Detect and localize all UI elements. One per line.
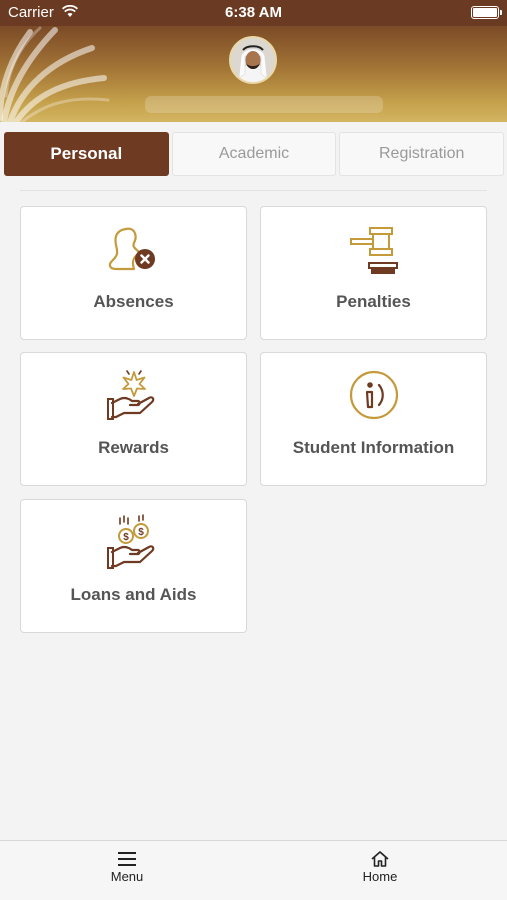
tab-personal[interactable]: Personal bbox=[4, 132, 169, 176]
hand-coins-icon: $ $ bbox=[106, 514, 154, 569]
gavel-icon bbox=[349, 227, 398, 274]
card-label: Rewards bbox=[98, 438, 169, 457]
section-tabs: Personal Academic Registration bbox=[4, 132, 505, 176]
home-label: Home bbox=[362, 869, 398, 884]
menu-label: Menu bbox=[110, 869, 144, 884]
status-bar: Carrier 6:38 AM bbox=[0, 0, 507, 26]
card-label: Absences bbox=[93, 292, 174, 311]
hamburger-menu-icon bbox=[118, 852, 136, 866]
card-label: Penalties bbox=[336, 292, 411, 311]
rewards-card[interactable]: Rewards bbox=[20, 352, 247, 486]
svg-text:$: $ bbox=[138, 527, 144, 538]
student-name bbox=[145, 96, 383, 113]
home-icon bbox=[371, 851, 389, 867]
reward-hand-star-icon bbox=[106, 370, 154, 420]
loans-and-aids-card[interactable]: $ $ Loans and Aids bbox=[20, 499, 247, 633]
divider bbox=[20, 190, 487, 191]
clock: 6:38 AM bbox=[225, 4, 282, 21]
student-information-card[interactable]: Student Information bbox=[260, 352, 487, 486]
menu-button[interactable]: Menu bbox=[82, 851, 172, 884]
tab-academic[interactable]: Academic bbox=[171, 132, 337, 176]
card-label: Student Information bbox=[292, 438, 455, 457]
avatar[interactable] bbox=[229, 36, 277, 84]
penalties-card[interactable]: Penalties bbox=[260, 206, 487, 340]
svg-text:$: $ bbox=[123, 532, 129, 543]
absence-person-icon bbox=[108, 227, 155, 271]
tab-registration[interactable]: Registration bbox=[339, 132, 505, 176]
profile-header bbox=[0, 26, 507, 122]
bottom-nav: Menu Home bbox=[0, 840, 507, 900]
info-circle-icon bbox=[349, 370, 398, 420]
home-button[interactable]: Home bbox=[335, 851, 425, 884]
card-label: Loans and Aids bbox=[70, 585, 197, 604]
user-avatar-photo bbox=[231, 38, 275, 82]
absences-card[interactable]: Absences bbox=[20, 206, 247, 340]
palm-decoration-icon bbox=[0, 26, 110, 122]
battery-icon bbox=[471, 6, 502, 19]
